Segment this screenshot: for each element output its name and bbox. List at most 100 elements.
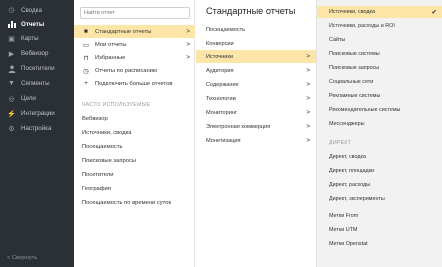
- src-item-label: Рекомендательные системы: [329, 107, 401, 113]
- frequent-link[interactable]: Посещаемость: [82, 144, 123, 150]
- std-item-ecommerce[interactable]: Электронная коммерция >: [196, 120, 316, 133]
- sources-panel: Источники, сводка ✔ Источники, расходы и…: [316, 0, 442, 267]
- src-item[interactable]: Социальные сети: [317, 76, 442, 88]
- sidebar-item-maps[interactable]: ▣ Карты: [0, 31, 74, 46]
- frequent-link[interactable]: География: [82, 186, 111, 192]
- std-item-conversions[interactable]: Конверсии: [196, 37, 316, 50]
- std-item-sources[interactable]: Источники >: [196, 50, 316, 63]
- src-item-label: Поисковые запросы: [329, 65, 380, 71]
- sidebar-item-settings[interactable]: ⚙ Настройка: [0, 121, 74, 136]
- src-item[interactable]: Директ, эксперименты: [317, 193, 442, 205]
- sidebar-item-label: Вебвизор: [21, 50, 49, 57]
- std-item-label: Монетизация: [206, 137, 241, 144]
- src-item[interactable]: Мессенджеры: [317, 118, 442, 130]
- src-item-label: Поисковые системы: [329, 51, 380, 57]
- filter-icon: ▼: [8, 80, 15, 87]
- src-item-label: Источники, сводка: [329, 9, 376, 15]
- sidebar-collapse-button[interactable]: < Свернуть: [7, 255, 37, 261]
- std-item-audience[interactable]: Аудитория >: [196, 64, 316, 77]
- panel-title: Стандартные отчеты: [206, 6, 296, 16]
- menu-item-my-reports[interactable]: ▭ Мои отчеты >: [74, 38, 195, 51]
- src-item[interactable]: Рекомендательные системы: [317, 104, 442, 116]
- sidebar-item-label: Сводка: [21, 6, 42, 14]
- src-item-label: Метки Openstat: [329, 241, 368, 247]
- src-item-label: Директ, расходы: [329, 182, 371, 188]
- sidebar-item-segments[interactable]: ▼ Сегменты: [0, 76, 74, 91]
- std-item-label: Электронная коммерция: [206, 123, 271, 130]
- sidebar-item-visitors[interactable]: Посетители: [0, 61, 74, 76]
- play-icon: ▶: [8, 50, 15, 58]
- src-item[interactable]: Поисковые запросы: [317, 62, 442, 74]
- plus-icon: +: [84, 80, 88, 87]
- frequent-section-header: ЧАСТО ИСПОЛЬЗУЕМЫЕ: [82, 102, 151, 108]
- report-search-input[interactable]: [80, 7, 190, 19]
- std-item-traffic[interactable]: Посещаемость: [196, 23, 316, 36]
- menu-item-connect-more[interactable]: + Подключить больше отчетов: [74, 77, 195, 90]
- sidebar-item-integrations[interactable]: ⚡ Интеграции: [0, 106, 74, 121]
- frequent-link[interactable]: Источники, сводка: [82, 130, 132, 136]
- src-item-label: Директ, площадки: [329, 168, 375, 174]
- square-icon: ■: [84, 28, 88, 35]
- frequent-link[interactable]: Посетители: [82, 172, 113, 178]
- std-item-label: Посещаемость: [206, 26, 246, 33]
- sidebar-item-label: Интеграции: [21, 110, 55, 117]
- menu-item-scheduled-reports[interactable]: ◷ Отчеты по расписанию: [74, 64, 195, 77]
- std-item-label: Содержание: [206, 81, 239, 88]
- frequent-link[interactable]: Посещаемость по времени суток: [82, 200, 171, 206]
- std-item-monetization[interactable]: Монетизация >: [196, 134, 316, 147]
- menu-item-label: Стандартные отчеты: [95, 28, 152, 35]
- src-item-label: Сайты: [329, 37, 346, 43]
- src-item[interactable]: Директ, площадки: [317, 165, 442, 177]
- clock-icon: ◷: [83, 67, 89, 75]
- menu-item-label: Мои отчеты: [95, 41, 127, 48]
- chevron-right-icon: >: [306, 109, 310, 116]
- sidebar-item-label: Настройка: [21, 125, 52, 132]
- menu-item-standard-reports[interactable]: ■ Стандартные отчеты >: [74, 25, 195, 38]
- frequent-link[interactable]: Поисковые запросы: [82, 158, 136, 164]
- main-sidebar: ◷ Сводка Отчеты ▣ Карты ▶ Вебвизор Посет…: [0, 0, 74, 267]
- sidebar-item-label: Посетители: [21, 65, 55, 72]
- monitor-icon: ▭: [82, 41, 90, 49]
- src-item[interactable]: Источники, расходы и ROI: [317, 20, 442, 32]
- menu-item-label: Отчеты по расписанию: [95, 67, 158, 74]
- frequent-link[interactable]: Вебвизор: [82, 116, 108, 122]
- sidebar-item-label: Цели: [21, 95, 36, 102]
- src-item-sources-summary[interactable]: Источники, сводка ✔: [317, 6, 442, 18]
- sidebar-item-label: Отчеты: [21, 20, 45, 28]
- sidebar-item-webvisor[interactable]: ▶ Вебвизор: [0, 46, 74, 61]
- src-item[interactable]: Директ, расходы: [317, 179, 442, 191]
- sidebar-item-reports[interactable]: Отчеты: [0, 17, 74, 31]
- std-item-label: Конверсии: [206, 40, 234, 47]
- sidebar-item-label: Сегменты: [21, 80, 50, 87]
- check-icon: ✔: [431, 9, 437, 16]
- standard-reports-panel: Стандартные отчеты Посещаемость Конверси…: [196, 0, 316, 267]
- chevron-right-icon: >: [186, 54, 190, 61]
- reports-menu: ■ Стандартные отчеты > ▭ Мои отчеты > ⊓ …: [74, 0, 195, 267]
- std-item-content[interactable]: Содержание >: [196, 78, 316, 91]
- std-item-technology[interactable]: Технологии >: [196, 92, 316, 105]
- chevron-right-icon: >: [306, 95, 310, 102]
- std-item-label: Источники: [206, 53, 234, 60]
- src-item[interactable]: Директ, сводка: [317, 151, 442, 163]
- target-icon: ◎: [8, 95, 15, 103]
- src-item-label: Метки UTM: [329, 227, 358, 233]
- chevron-right-icon: >: [306, 137, 310, 144]
- chevron-right-icon: >: [186, 41, 190, 48]
- std-item-monitoring[interactable]: Мониторинг >: [196, 106, 316, 119]
- sidebar-item-summary[interactable]: ◷ Сводка: [0, 3, 74, 17]
- src-item[interactable]: Поисковые системы: [317, 48, 442, 60]
- src-item[interactable]: Сайты: [317, 34, 442, 46]
- sidebar-item-goals[interactable]: ◎ Цели: [0, 91, 74, 106]
- src-item[interactable]: Метки Openstat: [317, 238, 442, 250]
- user-icon: [7, 64, 16, 73]
- bookmark-icon: ⊓: [83, 54, 89, 62]
- map-icon: ▣: [8, 35, 15, 43]
- src-item[interactable]: Рекламные системы: [317, 90, 442, 102]
- src-item-label: Директ, сводка: [329, 154, 366, 160]
- src-item-label: Метки From: [329, 213, 359, 219]
- chevron-right-icon: >: [186, 28, 190, 35]
- sidebar-item-label: Карты: [21, 35, 39, 42]
- src-item[interactable]: Метки From: [317, 210, 442, 222]
- menu-item-favorites[interactable]: ⊓ Избранные >: [74, 51, 195, 64]
- src-item[interactable]: Метки UTM: [317, 224, 442, 236]
